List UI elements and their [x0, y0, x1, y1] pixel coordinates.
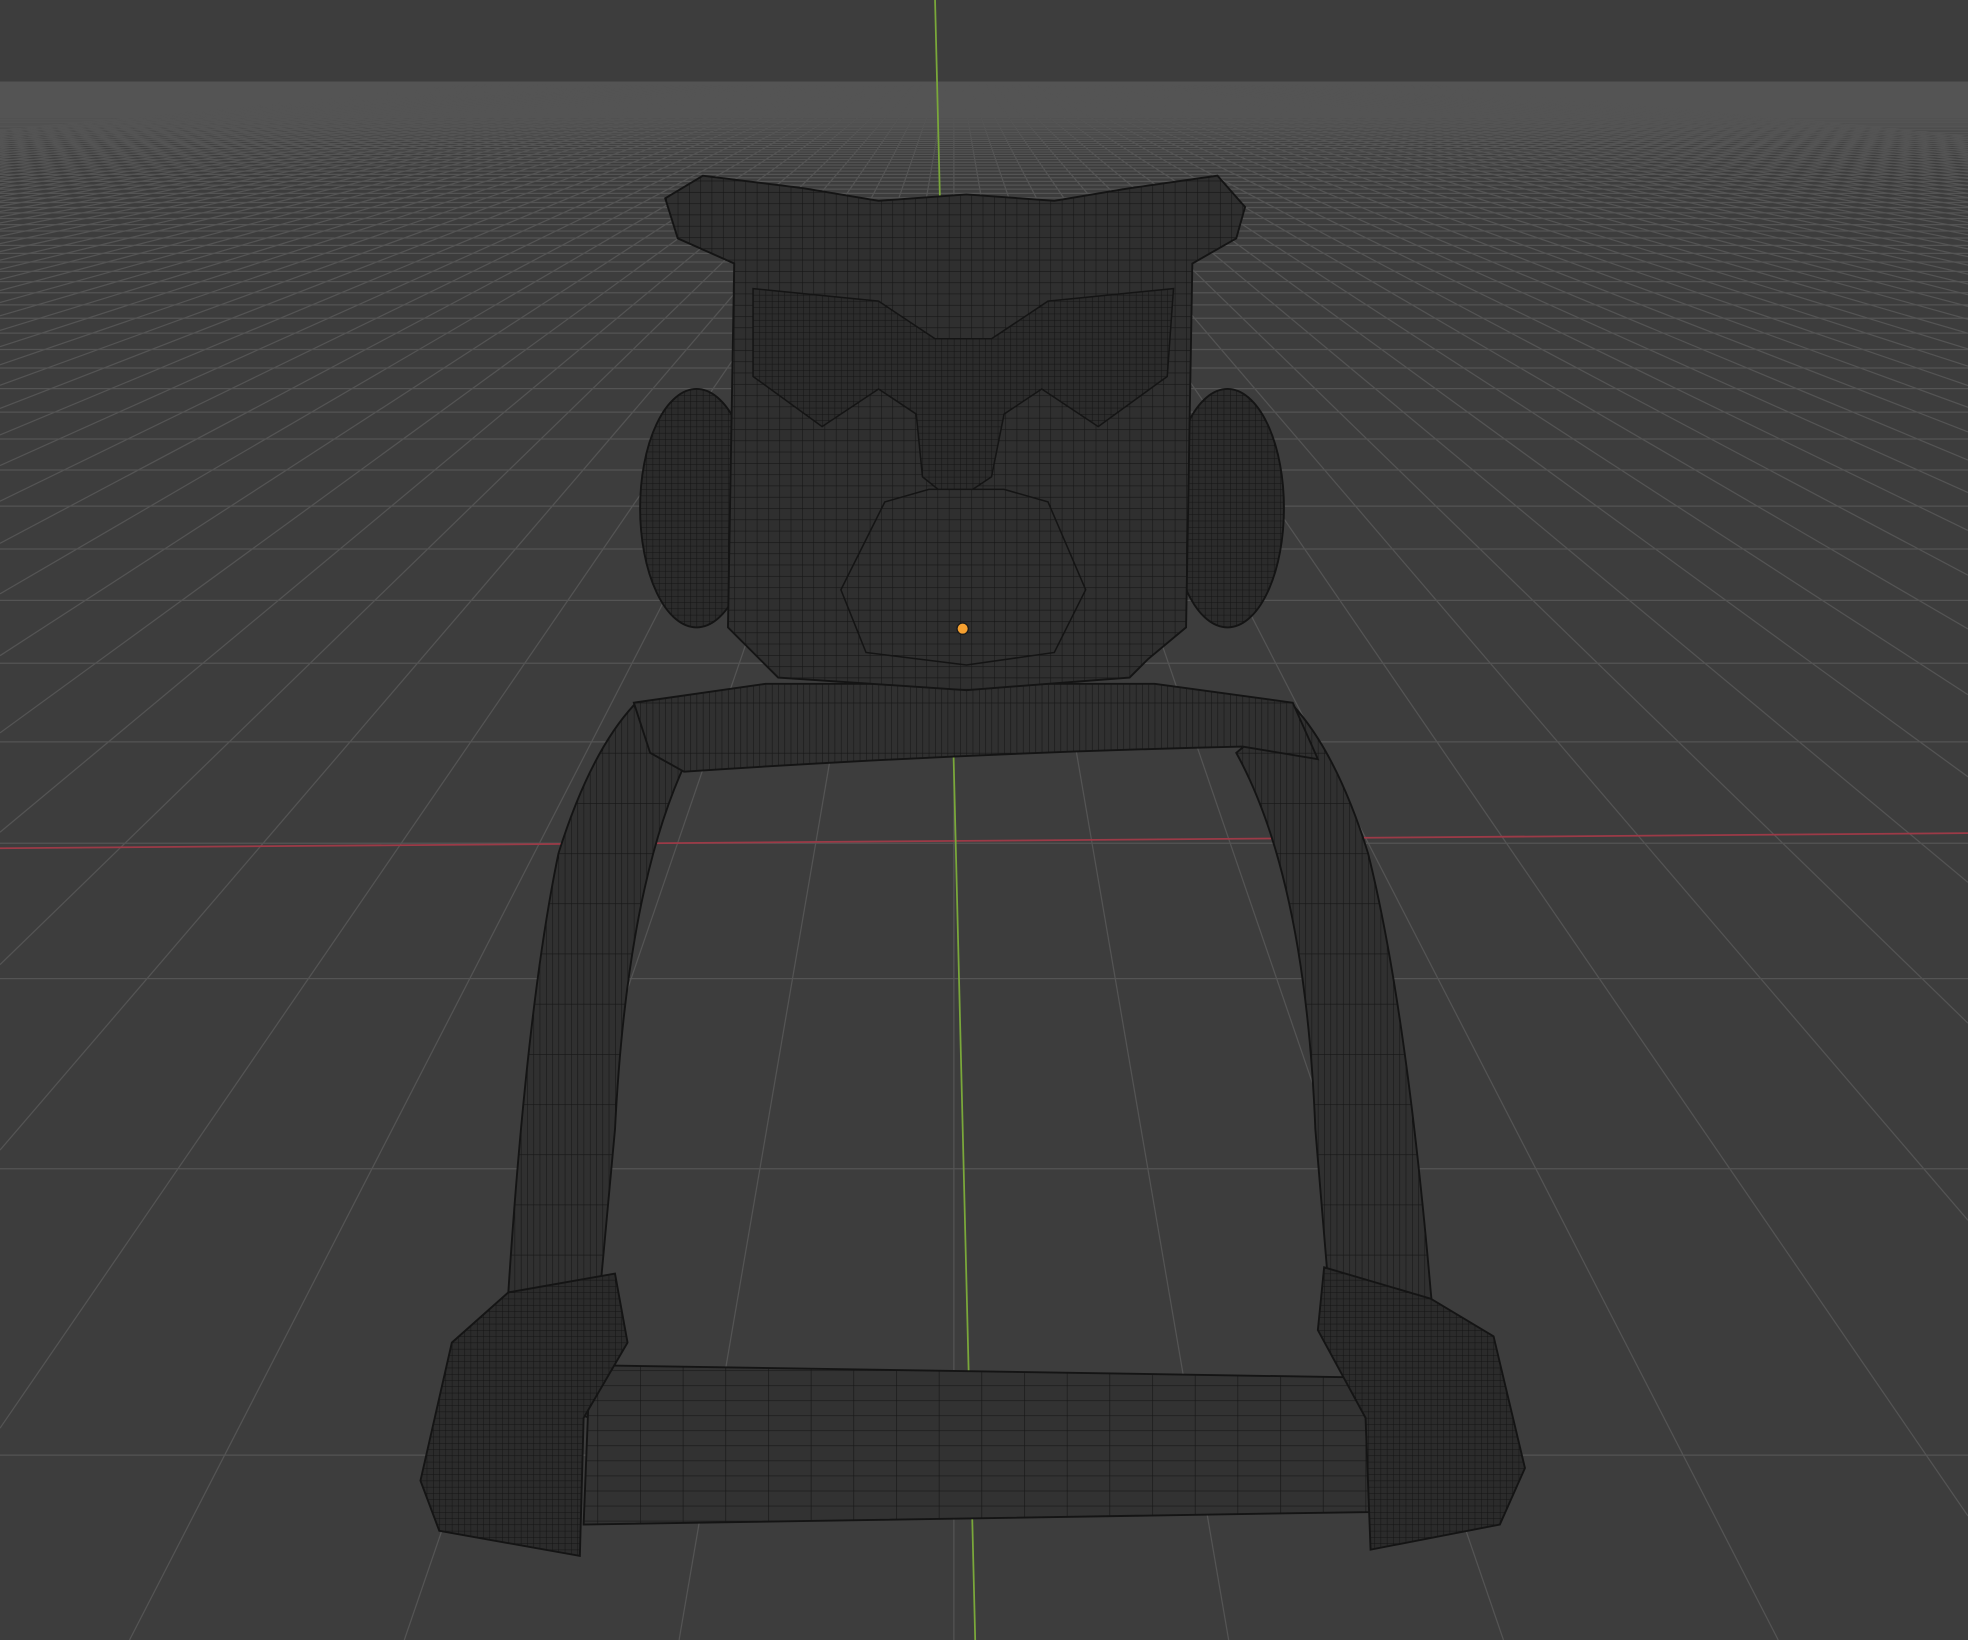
mesh-chin [840, 488, 1087, 666]
mesh-bottom-bar [582, 1364, 1382, 1526]
object-origin-dot[interactable] [956, 622, 969, 635]
3d-viewport[interactable] [0, 0, 1968, 1640]
